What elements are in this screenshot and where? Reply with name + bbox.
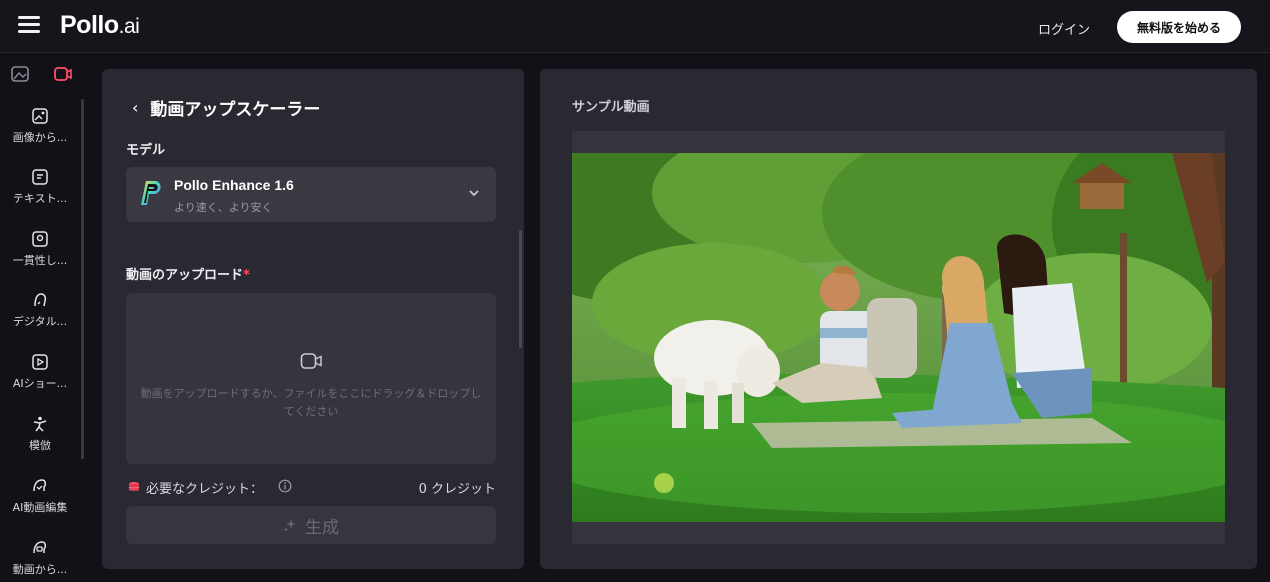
back-button[interactable]: ‹ 動画アップスケーラー — [132, 95, 320, 120]
coin-stack-icon — [128, 482, 140, 491]
upload-label-text: 動画のアップロード — [126, 268, 244, 283]
consistent-video-icon — [32, 231, 48, 247]
sidebar: 画像から... テキスト... 一貫性し... デジタル... AIショー...… — [0, 53, 86, 582]
sidebar-item-label: 一貫性し... — [12, 254, 68, 267]
sidebar-item-image-to-video[interactable]: 画像から... — [0, 107, 80, 145]
ai-video-edit-icon — [33, 479, 47, 492]
sidebar-scrollbar[interactable] — [81, 99, 84, 459]
sidebar-item-label: 画像から... — [12, 131, 68, 144]
model-name: Pollo Enhance 1.6 — [174, 177, 294, 193]
sidebar-item-ai-short[interactable]: AIショー... — [0, 353, 80, 391]
model-label: モデル — [126, 143, 166, 158]
hamburger-menu-icon[interactable] — [18, 16, 40, 36]
video-to-video-icon — [33, 541, 47, 554]
top-bar: Pollo.ai ログイン 無料版を始める — [0, 0, 1270, 53]
generate-label: 生成 — [305, 517, 339, 538]
sidebar-item-text-to-video[interactable]: テキスト... — [0, 168, 80, 206]
text-video-icon — [32, 169, 48, 185]
upload-label: 動画のアップロード* — [126, 264, 250, 283]
image-video-icon — [32, 108, 48, 124]
sample-video-image — [572, 153, 1225, 522]
required-marker: * — [243, 268, 250, 283]
model-description: より速く、より安く — [174, 201, 273, 214]
chevron-down-icon — [469, 190, 479, 197]
sidebar-item-ai-video-edit[interactable]: AI動画編集 — [0, 477, 80, 515]
preview-panel: サンプル動画 — [540, 69, 1257, 569]
info-icon[interactable] — [278, 479, 292, 493]
pollo-model-logo-icon — [141, 181, 161, 205]
tool-panel: ‹ 動画アップスケーラー モデル Pollo Enhance 1.6 より速く、… — [102, 69, 524, 569]
logo-suffix: .ai — [118, 15, 140, 38]
logo-main: Pollo — [60, 11, 119, 39]
ai-short-icon — [32, 354, 48, 370]
upload-hint: 動画をアップロードするか、ファイルをここにドラッグ＆ドロップしてください — [140, 387, 482, 418]
sample-video-title: サンプル動画 — [572, 100, 650, 115]
model-select[interactable]: Pollo Enhance 1.6 より速く、より安く — [126, 167, 496, 222]
logo[interactable]: Pollo.ai — [60, 11, 140, 40]
digital-human-icon — [34, 293, 47, 307]
generate-button[interactable]: 生成 — [126, 506, 496, 544]
page-title: 動画アップスケーラー — [150, 100, 321, 120]
sidebar-item-label: 動画から... — [12, 563, 68, 576]
video-tab-icon[interactable] — [53, 65, 73, 83]
credits-label: 必要なクレジット： — [146, 482, 264, 497]
sidebar-item-label: テキスト... — [12, 192, 68, 205]
video-camera-icon — [300, 353, 322, 369]
sidebar-item-label: 模倣 — [29, 439, 51, 452]
sidebar-item-consistent[interactable]: 一貫性し... — [0, 230, 80, 268]
sidebar-item-label: デジタル... — [12, 315, 68, 328]
image-tab-icon[interactable] — [10, 65, 30, 83]
video-upload-dropzone[interactable]: 動画をアップロードするか、ファイルをここにドラッグ＆ドロップしてください — [126, 293, 496, 464]
sparkle-icon — [283, 519, 296, 532]
sample-video[interactable] — [572, 153, 1225, 522]
sidebar-tabs — [0, 53, 86, 96]
sidebar-item-video-to-video[interactable]: 動画から... — [0, 539, 80, 577]
credits-value: 0 クレジット — [418, 482, 496, 497]
credits-row: 必要なクレジット： 0 クレジット — [126, 478, 496, 497]
sidebar-item-digital-human[interactable]: デジタル... — [0, 291, 80, 329]
sidebar-item-label: AIショー... — [12, 377, 68, 390]
panel-scrollbar[interactable] — [519, 230, 522, 348]
sidebar-item-label: AI動画編集 — [12, 501, 68, 514]
sidebar-item-imitation[interactable]: 模倣 — [0, 415, 80, 453]
chevron-left-icon: ‹ — [132, 98, 139, 117]
login-link[interactable]: ログイン — [1038, 19, 1090, 38]
video-frame — [572, 131, 1225, 544]
motion-imitation-icon — [33, 416, 47, 432]
signup-button[interactable]: 無料版を始める — [1117, 11, 1241, 43]
